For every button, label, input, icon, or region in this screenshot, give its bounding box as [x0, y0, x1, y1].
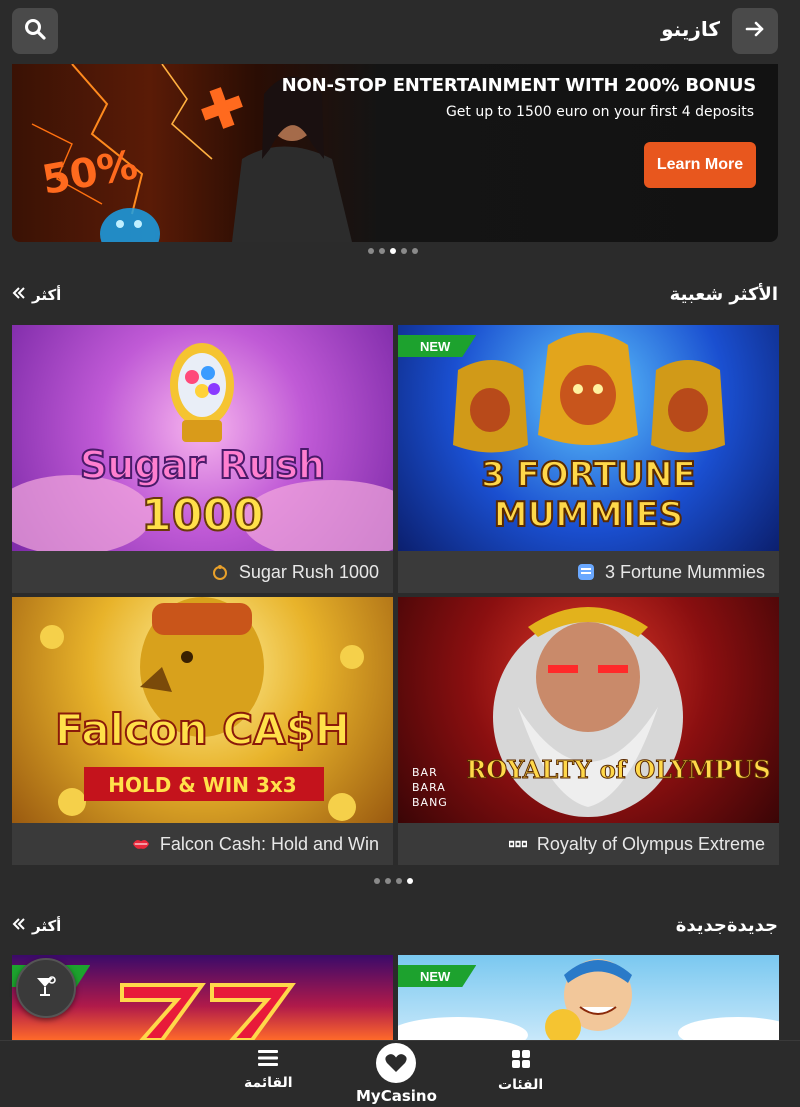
game-card-sugar-rush[interactable]: Sugar Rush 1000 Sugar Rush 1000 [12, 325, 393, 593]
double-chevron-left-icon [12, 917, 26, 935]
back-button[interactable] [732, 8, 778, 54]
cocktail-icon [33, 973, 59, 1003]
pagination-dot[interactable] [390, 248, 396, 254]
game-card-falcon-cash[interactable]: Falcon CA$H HOLD & WIN 3x3 Falcon Cash: … [12, 597, 393, 865]
section-title-popular: الأكثر شعبية [669, 284, 778, 305]
game-thumbnail: Sugar Rush 1000 [12, 325, 393, 551]
game-art-title: 3 FORTUNE [480, 454, 697, 496]
nav-mycasino[interactable]: MyCasino [356, 1043, 437, 1105]
game-thumbnail: Falcon CA$H HOLD & WIN 3x3 [12, 597, 393, 823]
search-icon [23, 17, 47, 45]
pagination-dot[interactable] [412, 248, 418, 254]
game-thumbnail: NEW [398, 955, 779, 1040]
game-card-label: 3 Fortune Mummies [398, 551, 779, 593]
banner-title: NON-STOP ENTERTAINMENT WITH 200% BONUS [281, 75, 757, 96]
game-card-new-2[interactable]: NEW [398, 955, 779, 1040]
pagination-dot[interactable] [396, 878, 402, 884]
game-card-royalty-of-olympus[interactable]: BAR BARA BANG ROYALTY of OLYMPUS Royalty… [398, 597, 779, 865]
popular-pagination[interactable] [374, 878, 413, 884]
lips-icon [132, 835, 150, 853]
game-art-title: Sugar Rush [79, 442, 326, 488]
arrow-right-icon [744, 18, 766, 44]
pagination-dot[interactable] [401, 248, 407, 254]
game-card-3-fortune-mummies[interactable]: NEW 3 FORTUNE MUMMIES 3 Fortune Mummies [398, 325, 779, 593]
barbarabang-icon [508, 835, 527, 853]
menu-icon [257, 1049, 279, 1071]
more-link-popular[interactable]: أكثر [12, 286, 61, 304]
booongo-icon [577, 563, 595, 581]
game-art-title: ROYALTY of OLYMPUS [466, 755, 771, 785]
game-thumbnail: BAR BARA BANG ROYALTY of OLYMPUS [398, 597, 779, 823]
game-art-subtitle: HOLD & WIN 3x3 [108, 773, 297, 797]
banner-pagination[interactable] [368, 248, 418, 254]
more-link-new[interactable]: أكثر [12, 917, 61, 935]
search-button[interactable] [12, 8, 58, 54]
game-card-label: Falcon Cash: Hold and Win [12, 823, 393, 865]
nav-mycasino-label: MyCasino [356, 1087, 437, 1105]
pagination-dot[interactable] [385, 878, 391, 884]
top-header: كازينو [0, 0, 800, 62]
game-name: 3 Fortune Mummies [604, 561, 765, 582]
game-art-subtitle: 1000 [140, 489, 264, 542]
game-art-title: Falcon CA$H [54, 704, 351, 755]
promo-banner[interactable]: 50% NON-STOP ENTERTAINMENT WITH 200% BON… [12, 64, 778, 242]
game-card-label: Sugar Rush 1000 [12, 551, 393, 593]
game-thumbnail: NEW 3 FORTUNE MUMMIES [398, 325, 779, 551]
double-chevron-left-icon [12, 286, 26, 304]
grid-icon [511, 1049, 531, 1073]
nav-categories[interactable]: الفئات [498, 1049, 543, 1093]
floating-drink-button[interactable] [16, 958, 76, 1018]
bottom-navigation: القائمة MyCasino الفئات [0, 1040, 800, 1107]
game-art-subtitle: MUMMIES [493, 494, 684, 536]
section-title-new: جديدةجديدة [675, 915, 778, 936]
nav-menu-label: القائمة [244, 1075, 293, 1091]
pagination-dot[interactable] [407, 878, 413, 884]
pagination-dot[interactable] [379, 248, 385, 254]
more-link-label: أكثر [32, 917, 62, 935]
game-card-label: Royalty of Olympus Extreme [398, 823, 779, 865]
pagination-dot[interactable] [368, 248, 374, 254]
pagination-dot[interactable] [374, 878, 380, 884]
game-name: Falcon Cash: Hold and Win [159, 833, 379, 854]
more-link-label: أكثر [32, 286, 62, 304]
nav-menu[interactable]: القائمة [244, 1049, 293, 1091]
page-title: كازينو [661, 17, 720, 41]
game-name: Royalty of Olympus Extreme [536, 833, 765, 854]
pragmatic-icon [211, 563, 229, 581]
game-name: Sugar Rush 1000 [238, 561, 379, 582]
heart-icon [376, 1043, 417, 1083]
banner-subtitle: Get up to 1500 euro on your first 4 depo… [445, 104, 754, 120]
nav-categories-label: الفئات [498, 1077, 544, 1093]
learn-more-button[interactable]: Learn More [644, 142, 756, 188]
